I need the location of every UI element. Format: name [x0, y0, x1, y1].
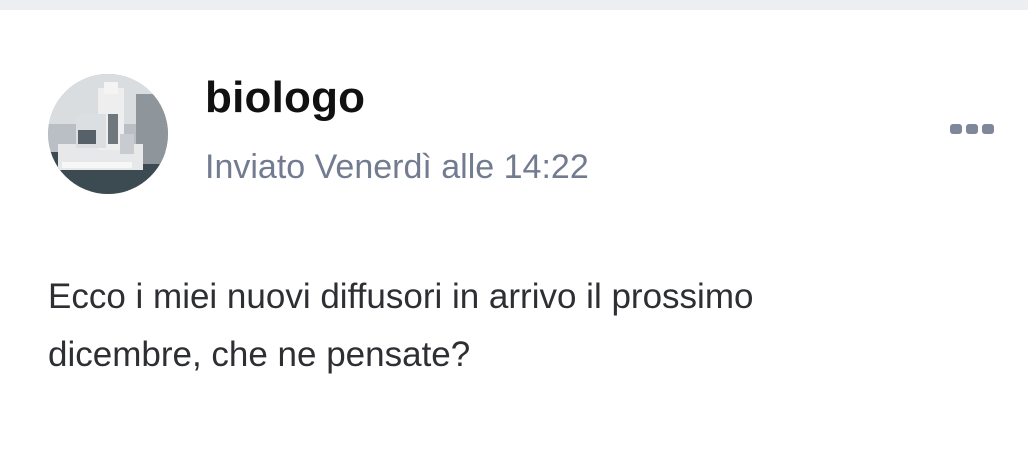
post-timestamp: Inviato Venerdì alle 14:22: [205, 148, 589, 186]
more-options-dot: [966, 124, 978, 134]
forum-post: biologo Inviato Venerdì alle 14:22 Ecco …: [0, 10, 1028, 464]
microscope-image: [48, 74, 168, 194]
post-body: Ecco i miei nuovi diffusori in arrivo il…: [48, 268, 948, 384]
more-options-dot: [982, 124, 994, 134]
top-divider: [0, 0, 1028, 10]
author-name[interactable]: biologo: [205, 76, 365, 120]
post-body-line: Ecco i miei nuovi diffusori in arrivo il…: [48, 277, 754, 316]
post-body-line: dicembre, che ne pensate?: [48, 335, 471, 374]
more-options-button[interactable]: [942, 116, 1002, 142]
avatar[interactable]: [48, 74, 168, 194]
more-options-icon: [950, 124, 962, 134]
